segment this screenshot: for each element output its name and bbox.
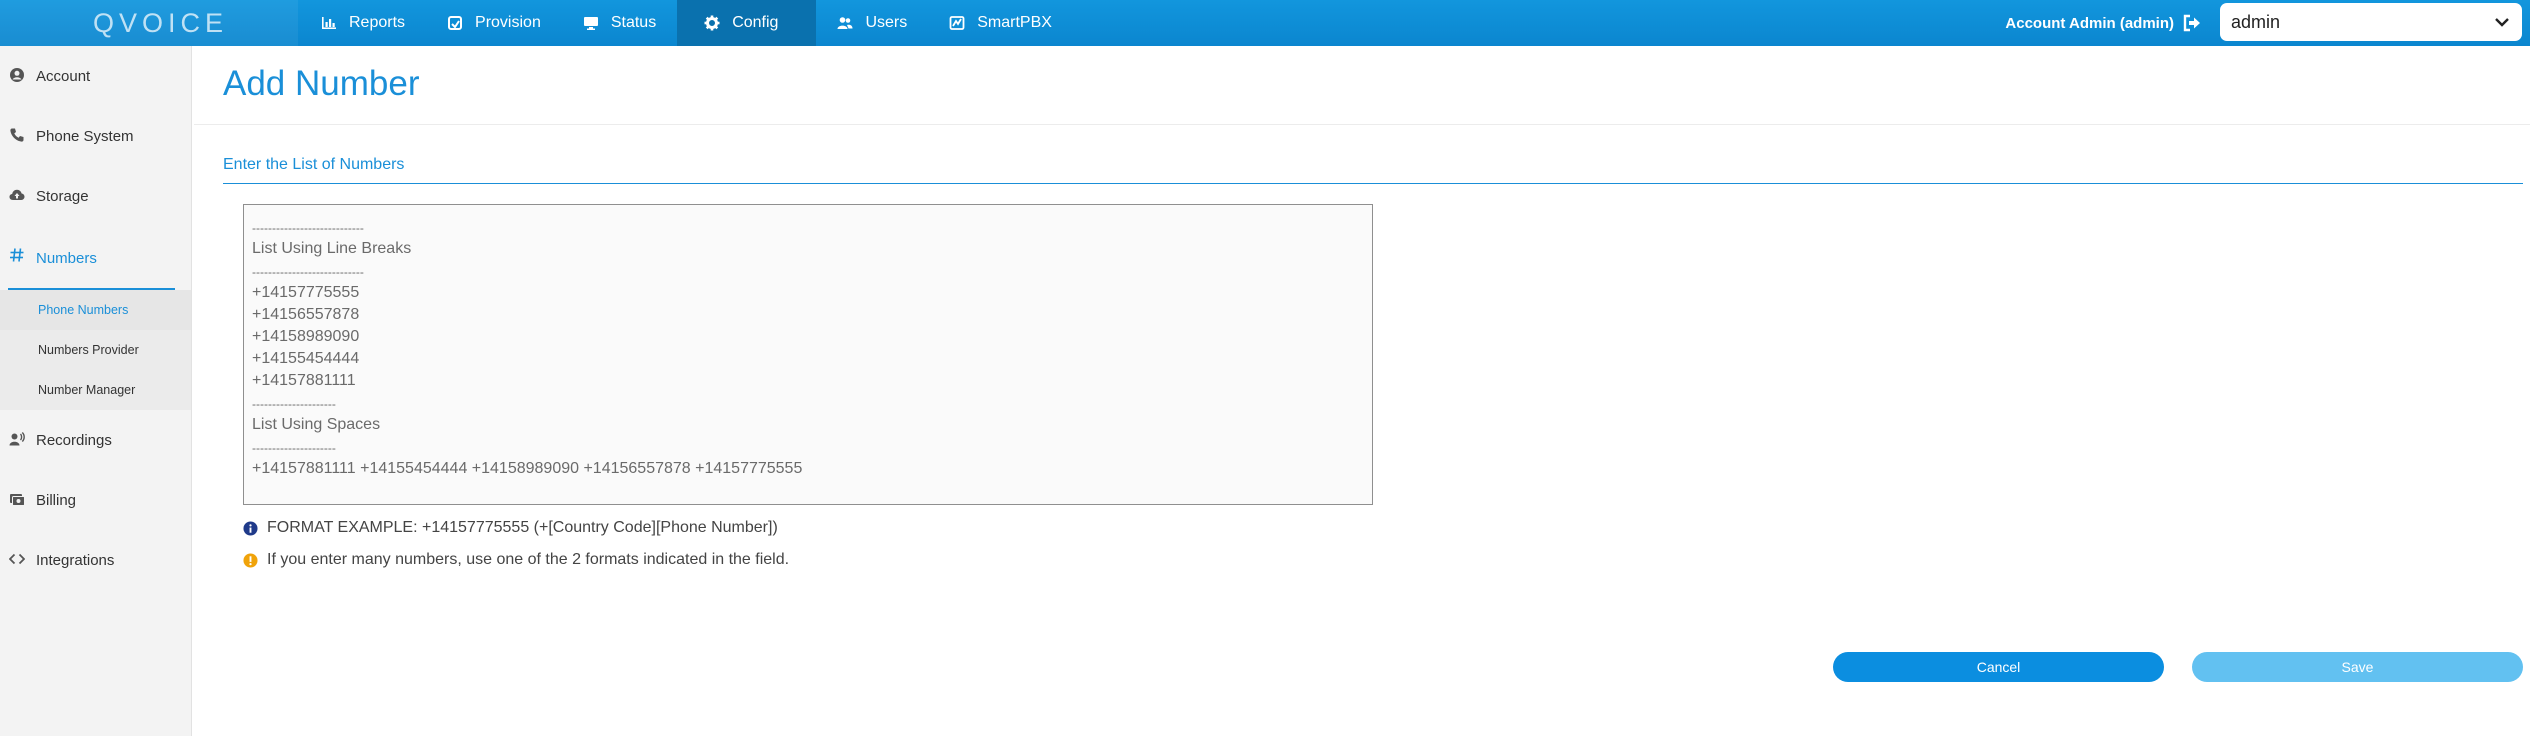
nav-status[interactable]: Status <box>562 0 677 46</box>
sidebar-item-numbers-label: Numbers <box>36 249 97 267</box>
sidebar-item-account-label: Account <box>36 67 91 85</box>
textarea-line: ---------------------------- <box>252 221 364 235</box>
textarea-line: +14157881111 +14155454444 +14158989090 +… <box>252 460 803 477</box>
main-nav: Reports Provision Status Config Users Sm… <box>300 0 1073 46</box>
nav-config-label: Config <box>732 14 779 31</box>
sidebar-item-phone-system-label: Phone System <box>36 127 134 145</box>
format-hint: FORMAT EXAMPLE: +14157775555 (+[Country … <box>243 519 778 537</box>
billing-icon <box>10 494 25 506</box>
sidebar-item-recordings-label: Recordings <box>36 431 112 449</box>
many-numbers-hint-text: If you enter many numbers, use one of th… <box>267 551 790 568</box>
sidebar-item-billing-label: Billing <box>36 491 77 509</box>
account-select-value: admin <box>2231 11 2281 32</box>
cancel-button[interactable]: Cancel <box>1833 652 2164 682</box>
info-icon <box>243 520 258 536</box>
format-hint-text: FORMAT EXAMPLE: +14157775555 (+[Country … <box>267 519 778 536</box>
textarea-line: +14157775555 <box>252 284 360 301</box>
sidebar-item-numbers[interactable]: Numbers <box>0 226 191 290</box>
nav-reports[interactable]: Reports <box>300 0 426 46</box>
users-icon <box>837 15 853 31</box>
textarea-line: ---------------------------- <box>252 265 364 279</box>
sidebar-item-recordings[interactable]: Recordings <box>0 410 191 470</box>
save-button[interactable]: Save <box>2192 652 2523 682</box>
textarea-line: +14156557878 <box>252 306 360 323</box>
cloud-icon <box>9 189 25 200</box>
textarea-line: +14155454444 <box>252 350 360 367</box>
sidebar-item-account[interactable]: Account <box>0 46 191 106</box>
textarea-line: List Using Spaces <box>252 416 381 433</box>
sidebar-subitem-numbers-provider[interactable]: Numbers Provider <box>0 330 191 370</box>
textarea-line: --------------------- <box>252 441 336 455</box>
nav-users[interactable]: Users <box>816 0 928 46</box>
textarea-line: List Using Line Breaks <box>252 240 412 257</box>
sidebar-subitem-phone-numbers[interactable]: Phone Numbers <box>0 290 191 330</box>
app-logo[interactable]: QVOICE <box>0 0 298 46</box>
section-divider <box>223 183 2523 184</box>
nav-provision-label: Provision <box>475 14 541 31</box>
nav-reports-label: Reports <box>349 14 406 31</box>
sidebar-item-phone-system[interactable]: Phone System <box>0 106 191 166</box>
smartpbx-icon <box>949 15 965 31</box>
code-icon <box>9 553 25 565</box>
recordings-icon <box>9 432 25 446</box>
hash-icon <box>10 248 24 262</box>
textarea-line: +14157881111 <box>252 372 356 389</box>
textarea-line: +14158989090 <box>252 328 360 345</box>
phone-icon <box>10 128 24 142</box>
warning-icon <box>243 552 258 568</box>
sidebar-item-billing[interactable]: Billing <box>0 470 191 530</box>
nav-users-label: Users <box>865 14 908 31</box>
sidebar-item-integrations[interactable]: Integrations <box>0 530 191 590</box>
numbers-textarea[interactable]: ---------------------------- List Using … <box>243 204 1373 505</box>
logout-icon[interactable] <box>2182 13 2202 33</box>
textarea-line: --------------------- <box>252 397 336 411</box>
user-circle-icon <box>10 68 24 82</box>
nav-smartpbx-label: SmartPBX <box>977 14 1052 31</box>
monitor-icon <box>583 15 599 31</box>
page-title: Add Number <box>223 64 420 103</box>
gear-icon <box>704 15 720 31</box>
nav-status-label: Status <box>610 14 657 31</box>
account-name[interactable]: Account Admin (admin) <box>2005 0 2174 46</box>
bar-chart-icon <box>321 15 337 31</box>
sidebar-subitem-number-manager[interactable]: Number Manager <box>0 370 191 410</box>
nav-smartpbx[interactable]: SmartPBX <box>928 0 1073 46</box>
chevron-down-icon <box>2495 18 2509 27</box>
nav-provision[interactable]: Provision <box>426 0 562 46</box>
title-divider <box>194 124 2530 125</box>
sidebar-item-storage-label: Storage <box>36 187 89 205</box>
top-navigation-bar: QVOICE Reports Provision Status Config U… <box>0 0 2530 46</box>
section-title: Enter the List of Numbers <box>223 156 405 173</box>
provision-icon <box>447 15 463 31</box>
nav-config[interactable]: Config <box>677 0 817 46</box>
account-select[interactable]: admin <box>2220 3 2522 41</box>
numbers-submenu: Phone Numbers Numbers Provider Number Ma… <box>0 290 191 410</box>
sidebar-item-storage[interactable]: Storage <box>0 166 191 226</box>
sidebar-item-integrations-label: Integrations <box>36 551 115 569</box>
sidebar: Account Phone System Storage Numbers Pho… <box>0 46 192 736</box>
many-numbers-hint: If you enter many numbers, use one of th… <box>243 551 789 569</box>
